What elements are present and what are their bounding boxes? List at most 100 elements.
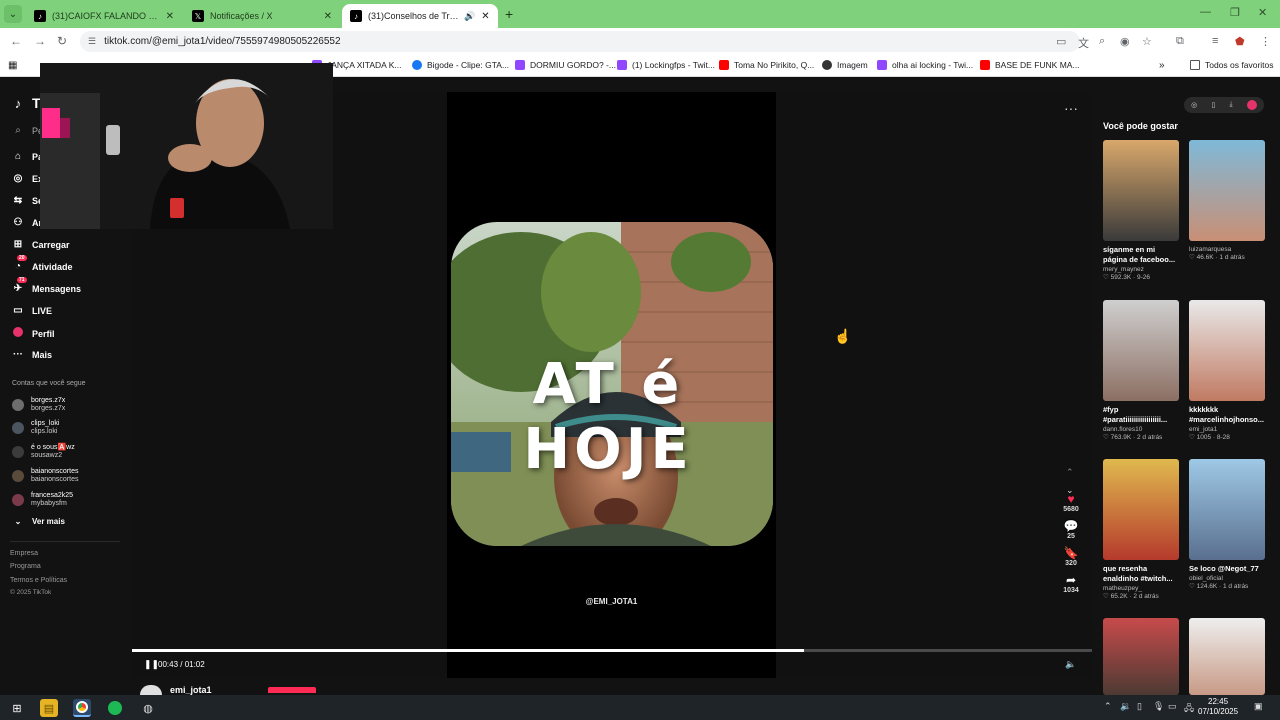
bookmark-item[interactable]: olha ai locking - Twi...: [877, 60, 973, 70]
following-account[interactable]: baianonscortes baianonscortes: [12, 468, 78, 484]
download-icon[interactable]: ⤓: [1230, 101, 1233, 109]
cast-icon[interactable]: ▭: [1056, 35, 1066, 48]
media-control-icon[interactable]: ≡: [1212, 35, 1218, 47]
speaker-icon[interactable]: 🔊: [464, 11, 475, 22]
footer-link-programa[interactable]: Programa: [10, 563, 41, 570]
star-icon[interactable]: ☆: [1142, 35, 1152, 48]
chrome-icon[interactable]: [73, 699, 91, 717]
restore-icon[interactable]: ❐: [1230, 6, 1240, 19]
tab-search-button[interactable]: ⌄: [4, 5, 22, 23]
bookmark-item[interactable]: BASE DE FUNK MA...: [980, 60, 1080, 70]
site-info-icon[interactable]: ☰: [88, 36, 96, 47]
all-favorites-folder[interactable]: Todos os favoritos: [1190, 60, 1274, 70]
author-name[interactable]: emi_jota1: [170, 685, 212, 695]
nav-mais[interactable]: ··· Mais: [12, 349, 52, 360]
nav-live[interactable]: ▭ LIVE: [12, 305, 52, 316]
windows-start-icon[interactable]: ⊞: [8, 699, 26, 717]
hand-cursor-icon: ☝: [834, 328, 852, 344]
footer-link-termos[interactable]: Termos e Políticas: [10, 577, 67, 584]
close-icon[interactable]: ✕: [324, 11, 332, 22]
tab-conselhos-de-trabalho[interactable]: ♪ (31)Conselhos de Trabalho 🔊 ✕: [342, 4, 498, 28]
account-handle: clips.loki: [31, 428, 58, 435]
notification-center-icon[interactable]: ▣: [1254, 701, 1263, 712]
new-tab-button[interactable]: +: [505, 6, 513, 22]
volume-icon[interactable]: 🔈: [1065, 659, 1076, 670]
video-thumbnail: [1189, 459, 1265, 560]
network-tray-icon[interactable]: 🖧: [1184, 701, 1194, 717]
bookmark-item[interactable]: Toma No Pirikito, Q...: [719, 60, 814, 70]
address-bar[interactable]: ☰ tiktok.com/@emi_jota1/video/7555974980…: [80, 31, 1080, 52]
card-meta: ♡ 1005 · 8-28: [1189, 434, 1230, 441]
nav-perfil[interactable]: Perfil: [12, 327, 55, 340]
bookmark-item[interactable]: DORMIU GORDO? -...: [515, 60, 616, 70]
compass-icon[interactable]: ◎: [1191, 101, 1197, 109]
back-arrow-icon[interactable]: ←: [10, 34, 22, 48]
share-icon[interactable]: ➦: [1056, 573, 1086, 587]
display-tray-icon[interactable]: ▭: [1168, 701, 1177, 712]
apps-grid-icon[interactable]: ▦: [8, 60, 17, 71]
recommended-video-card[interactable]: [1189, 618, 1265, 695]
bookmark-label: olha ai locking - Twi...: [892, 60, 974, 70]
chevron-up-icon[interactable]: ⌃: [1066, 467, 1074, 478]
video-thumbnail: [1189, 300, 1265, 401]
nav-label: Mensagens: [32, 283, 82, 294]
account-handle: borges.z7x: [31, 405, 66, 412]
menu-dots-icon[interactable]: ⋮: [1260, 35, 1271, 48]
extensions-icon[interactable]: ⧉: [1176, 35, 1184, 48]
see-more-button[interactable]: ⌄ Ver mais: [12, 517, 65, 526]
phone-icon[interactable]: ▯: [1211, 101, 1215, 109]
zoom-icon[interactable]: ⌕: [1099, 35, 1105, 48]
minimize-icon[interactable]: —: [1200, 6, 1211, 18]
profile-icon: [12, 327, 24, 340]
recommended-video-card[interactable]: [1103, 618, 1179, 695]
forward-arrow-icon[interactable]: →: [34, 34, 46, 48]
spotify-icon[interactable]: [106, 699, 124, 717]
follow-button[interactable]: [267, 687, 316, 693]
device-tray-icon[interactable]: ▯: [1137, 701, 1142, 712]
following-account[interactable]: francesa2k25 mybabysfm: [12, 492, 73, 508]
tab-caiofx[interactable]: ♪ (31)CAIOFX FALANDO DO ALBUM ✕: [26, 4, 182, 28]
close-icon[interactable]: ✕: [166, 11, 174, 22]
speaker-tray-icon[interactable]: 🔉: [1120, 701, 1131, 712]
progress-bar[interactable]: [132, 649, 1092, 652]
recommended-video-card[interactable]: #fyp #paratiiiiiiiiiiiiiiiii... dann.flo…: [1103, 300, 1179, 441]
file-explorer-icon[interactable]: ▤: [40, 699, 58, 717]
nav-carregar[interactable]: ⊞ Carregar: [12, 239, 70, 250]
footer-link-empresa[interactable]: Empresa: [10, 550, 38, 557]
video-frame[interactable]: AT é HOJE @EMI_JOTA1: [447, 92, 776, 678]
youtube-icon: [980, 60, 990, 70]
bookmark-item[interactable]: Imagem: [822, 60, 868, 70]
close-window-icon[interactable]: ✕: [1258, 6, 1267, 19]
more-bookmarks-chevron-icon[interactable]: »: [1159, 60, 1165, 71]
microphone-tray-icon[interactable]: 🎙: [1153, 701, 1164, 712]
bookmark-item[interactable]: (1) Lockingfps - Twit...: [617, 60, 715, 70]
extension-shield-icon[interactable]: ⬟: [1235, 35, 1245, 48]
clock-date: 07/10/2025: [1198, 707, 1239, 716]
tray-chevron-up-icon[interactable]: ⌃: [1104, 701, 1112, 712]
profile-avatar-icon[interactable]: [1246, 100, 1257, 110]
following-account[interactable]: borges.z7x borges.z7x: [12, 397, 65, 413]
pause-icon[interactable]: ❚❚: [144, 659, 159, 670]
recommended-video-card[interactable]: kkkkkkk #marcelinhojhonso... emi_jota1 ♡…: [1189, 300, 1265, 441]
reload-icon[interactable]: ↻: [57, 34, 67, 48]
recommended-video-card[interactable]: Se loco @Negot_77 obiel_oficial ♡ 124.6K…: [1189, 459, 1265, 590]
close-icon[interactable]: ✕: [481, 11, 489, 22]
bookmark-icon[interactable]: 🔖: [1056, 546, 1086, 560]
following-account[interactable]: é o sous🅰️wz sousawz2: [12, 444, 75, 460]
recommended-video-card[interactable]: síganme en mi página de faceboo... mery_…: [1103, 140, 1179, 281]
more-options-icon[interactable]: ···: [1064, 100, 1078, 116]
following-account[interactable]: clips_loki clips.loki: [12, 420, 59, 436]
tab-notificacoes-x[interactable]: 𝕏 Notificações / X ✕: [184, 4, 340, 28]
recommended-video-card[interactable]: luizamarquesa ♡ 46.6K · 1 d atrás: [1189, 140, 1265, 261]
eye-icon[interactable]: ◉: [1120, 35, 1130, 48]
recommended-video-card[interactable]: que resenha enaldinho #twitch... matheuz…: [1103, 459, 1179, 600]
comment-icon[interactable]: 💬: [1056, 519, 1086, 533]
bookmark-item[interactable]: Bigode - Clipe: GTA...: [412, 60, 509, 70]
translate-icon[interactable]: 文: [1078, 35, 1089, 51]
author-avatar[interactable]: [140, 685, 162, 695]
obs-icon[interactable]: ◍: [139, 699, 157, 717]
heart-icon[interactable]: ♥: [1056, 492, 1086, 506]
system-clock[interactable]: 22:45 07/10/2025: [1198, 697, 1238, 717]
nav-atividade[interactable]: ◔ 20 Atividade: [12, 255, 73, 272]
nav-mensagens[interactable]: ✈ 71 Mensagens: [12, 277, 82, 294]
